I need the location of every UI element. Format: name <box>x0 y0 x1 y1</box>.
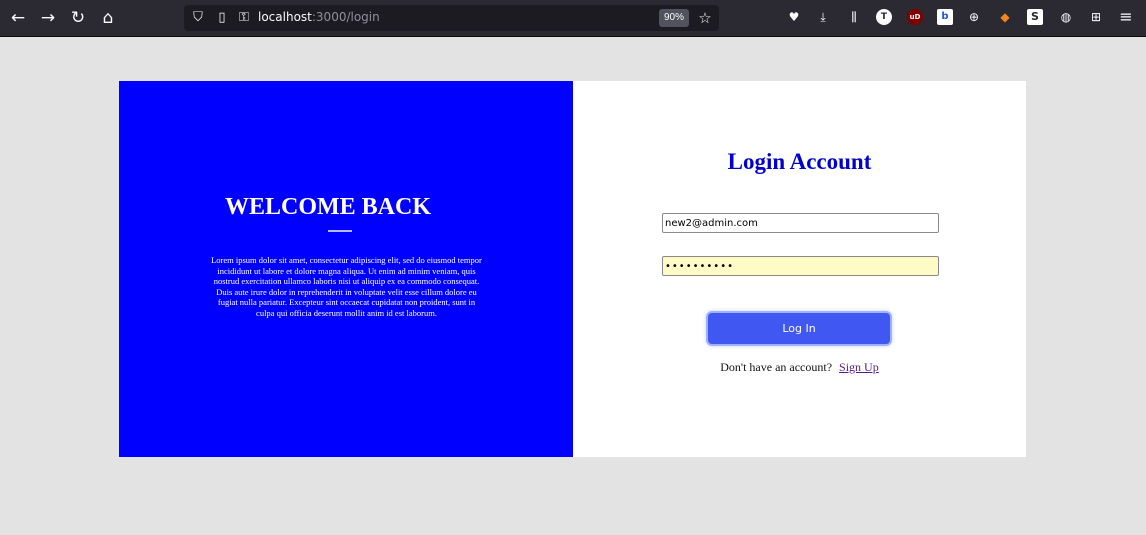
url-text[interactable]: localhost:3000/login <box>258 10 380 24</box>
ublock-icon[interactable]: uD <box>907 9 923 25</box>
login-title: Login Account <box>727 149 872 174</box>
welcome-panel: WELCOME BACK Lorem ipsum dolor sit amet,… <box>119 81 573 457</box>
metamask-fox-icon[interactable]: ◆ <box>997 9 1013 25</box>
pocket-icon[interactable]: ♥ <box>786 9 802 25</box>
extension-t-icon[interactable]: T <box>876 9 892 25</box>
bookmark-star-icon[interactable]: ☆ <box>697 9 713 27</box>
shield-icon[interactable]: ⛉ <box>190 9 206 27</box>
url-path: :3000/login <box>311 10 380 24</box>
login-panel: Login Account Log In Don't have an accou… <box>573 81 1026 457</box>
reload-icon[interactable]: ↻ <box>68 8 88 28</box>
signup-row: Don't have an account? Sign Up <box>573 360 1026 375</box>
menu-icon[interactable]: ≡ <box>1118 9 1134 25</box>
heading-divider <box>328 230 352 232</box>
url-host: localhost <box>258 10 312 24</box>
page-icon[interactable]: ▯ <box>214 9 230 27</box>
browser-toolbar: ← → ↻ ⌂ ⛉ ▯ ⚿ localhost:3000/login 90% ☆… <box>0 0 1146 37</box>
email-field[interactable] <box>662 213 939 233</box>
forward-arrow-icon[interactable]: → <box>38 8 58 28</box>
home-icon[interactable]: ⌂ <box>98 8 118 28</box>
gamepad-extension-icon[interactable]: ⊕ <box>966 9 982 25</box>
zoom-level-badge[interactable]: 90% <box>659 9 689 27</box>
login-button[interactable]: Log In <box>708 313 890 344</box>
password-field[interactable] <box>662 256 939 276</box>
signup-link[interactable]: Sign Up <box>839 360 879 374</box>
download-icon[interactable]: ⤓ <box>815 9 831 25</box>
bitwarden-icon[interactable]: b <box>937 9 953 25</box>
extension-s-icon[interactable]: S <box>1027 9 1043 25</box>
extensions-puzzle-icon[interactable]: ⊞ <box>1088 9 1104 25</box>
back-arrow-icon[interactable]: ← <box>8 8 28 28</box>
signup-prompt: Don't have an account? <box>720 360 833 374</box>
welcome-body-text: Lorem ipsum dolor sit amet, consectetur … <box>211 255 482 318</box>
welcome-heading: WELCOME BACK <box>224 194 431 220</box>
library-icon[interactable]: ⫼ <box>846 9 862 25</box>
cookie-icon[interactable]: ◍ <box>1058 9 1074 25</box>
address-bar[interactable]: ⛉ ▯ ⚿ localhost:3000/login 90% ☆ <box>184 5 719 31</box>
key-icon[interactable]: ⚿ <box>236 9 252 27</box>
login-card: WELCOME BACK Lorem ipsum dolor sit amet,… <box>119 81 1026 457</box>
